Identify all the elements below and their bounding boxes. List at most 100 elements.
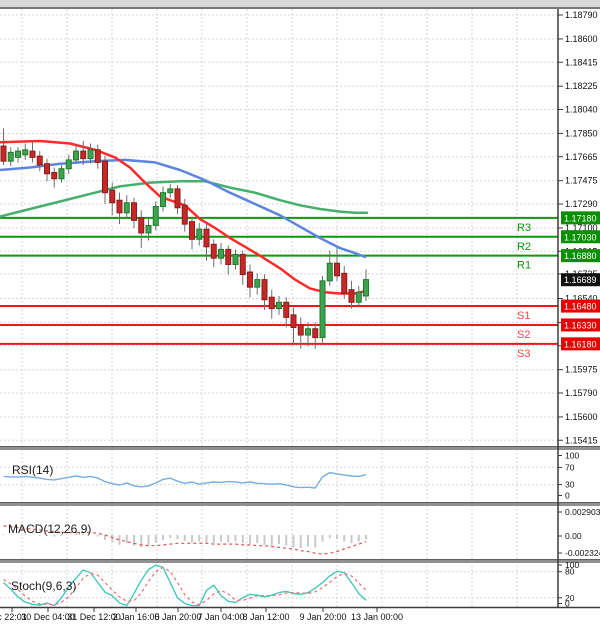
window-top-border bbox=[0, 7, 600, 9]
stoch-indicator-label: Stoch(9,6,3) bbox=[11, 579, 76, 593]
resistance-label-R2: R2 bbox=[517, 241, 531, 253]
candle bbox=[197, 223, 202, 246]
resistance-label-R1: R1 bbox=[517, 260, 531, 272]
candle-body bbox=[277, 302, 282, 308]
time-tick-label: 13 Jan 00:00 bbox=[351, 612, 403, 622]
macd-scale-label: 0.00 bbox=[565, 531, 582, 541]
candle bbox=[59, 165, 64, 183]
rsi-indicator-label: RSI(14) bbox=[12, 463, 53, 477]
candle-body bbox=[23, 150, 28, 155]
candle-body bbox=[153, 207, 158, 226]
candle-body bbox=[95, 150, 100, 163]
candle-body bbox=[342, 273, 347, 293]
macd-histogram bbox=[4, 534, 367, 548]
support-price-badge-text: 1.16480 bbox=[564, 302, 597, 312]
candle bbox=[284, 297, 289, 327]
candle-body bbox=[16, 151, 21, 157]
candle-body bbox=[52, 173, 57, 179]
candle-body bbox=[298, 325, 303, 335]
candle-body bbox=[197, 229, 202, 239]
candle bbox=[349, 281, 354, 309]
price-tick-label: 1.18040 bbox=[565, 105, 598, 115]
candle-body bbox=[248, 272, 253, 287]
price-tick-label: 1.18600 bbox=[565, 34, 598, 44]
candle bbox=[37, 151, 42, 171]
candle bbox=[335, 248, 340, 281]
price-tick-label: 1.15975 bbox=[565, 365, 598, 375]
candle-body bbox=[284, 302, 289, 317]
indicator-scale-label: 0 bbox=[565, 599, 570, 609]
candle bbox=[8, 147, 13, 166]
candle-body bbox=[182, 205, 187, 224]
rsi-line bbox=[4, 473, 367, 488]
candle-body bbox=[74, 151, 79, 160]
pivot-levels: R3R2R1S1S2S3 bbox=[0, 218, 558, 360]
candle bbox=[240, 251, 245, 285]
candle bbox=[124, 195, 129, 219]
price-badges: 1.171801.170301.168801.166891.164801.163… bbox=[561, 211, 600, 350]
candle bbox=[356, 286, 361, 306]
candle-body bbox=[117, 200, 122, 213]
candle-body bbox=[204, 229, 209, 247]
candle-body bbox=[219, 249, 224, 258]
candle bbox=[45, 159, 50, 182]
indicator-scale-label: 70 bbox=[565, 462, 575, 472]
candle bbox=[291, 307, 296, 345]
candle-body bbox=[139, 218, 144, 233]
indicator-scale-label: 30 bbox=[565, 480, 575, 490]
candle bbox=[262, 275, 267, 310]
candle-body bbox=[110, 190, 115, 203]
price-tick-label: 1.15790 bbox=[565, 388, 598, 398]
candle-body bbox=[327, 263, 332, 281]
candle bbox=[30, 141, 35, 162]
support-label-S2: S2 bbox=[517, 329, 530, 341]
price-tick-label: 1.17290 bbox=[565, 199, 598, 209]
candle bbox=[219, 243, 224, 264]
candle-body bbox=[161, 193, 166, 207]
indicator-scale-label: 100 bbox=[565, 451, 579, 461]
candle bbox=[175, 185, 180, 214]
candle-body bbox=[37, 156, 42, 165]
candle-body bbox=[190, 222, 195, 240]
candle-body bbox=[233, 254, 238, 264]
candle-body bbox=[81, 151, 86, 159]
candle-body bbox=[59, 169, 64, 179]
candle bbox=[103, 156, 108, 204]
candle bbox=[226, 246, 231, 275]
candle bbox=[233, 249, 238, 269]
candle bbox=[161, 186, 166, 211]
candle-body bbox=[269, 297, 274, 308]
support-label-S1: S1 bbox=[517, 310, 530, 322]
trading-chart-window: R3R2R1S1S2S31.187901.186001.184151.18225… bbox=[0, 0, 600, 631]
candle-body bbox=[255, 280, 260, 288]
candle bbox=[23, 144, 28, 160]
candle bbox=[313, 322, 318, 348]
candle bbox=[168, 184, 173, 198]
candle-body bbox=[1, 146, 6, 161]
candle bbox=[95, 145, 100, 169]
candle-body bbox=[168, 189, 173, 193]
candle bbox=[190, 217, 195, 250]
macd-indicator-label: MACD(12,26,9) bbox=[8, 522, 91, 536]
candle bbox=[269, 290, 274, 319]
price-tick-label: 1.18415 bbox=[565, 57, 598, 67]
candle-body bbox=[364, 280, 369, 296]
candle-body bbox=[146, 225, 151, 233]
chart-canvas[interactable]: R3R2R1S1S2S31.187901.186001.184151.18225… bbox=[0, 0, 600, 631]
candle-body bbox=[8, 152, 13, 161]
macd-scale-label: 0.002903 bbox=[565, 507, 600, 517]
candle-body bbox=[226, 249, 231, 264]
candle bbox=[117, 193, 122, 225]
candle-body bbox=[211, 244, 216, 258]
price-tick-label: 1.18225 bbox=[565, 81, 598, 91]
time-tick-label: 9 Jan 20:00 bbox=[299, 612, 346, 622]
candle bbox=[306, 322, 311, 346]
candle-body bbox=[306, 329, 311, 335]
candle bbox=[342, 266, 347, 299]
time-tick-label: 5 Jan 20:00 bbox=[154, 612, 201, 622]
candle-body bbox=[313, 329, 318, 338]
candle bbox=[16, 147, 21, 162]
candle bbox=[132, 198, 137, 228]
candle bbox=[139, 210, 144, 248]
resistance-price-badge-text: 1.17030 bbox=[564, 232, 597, 242]
